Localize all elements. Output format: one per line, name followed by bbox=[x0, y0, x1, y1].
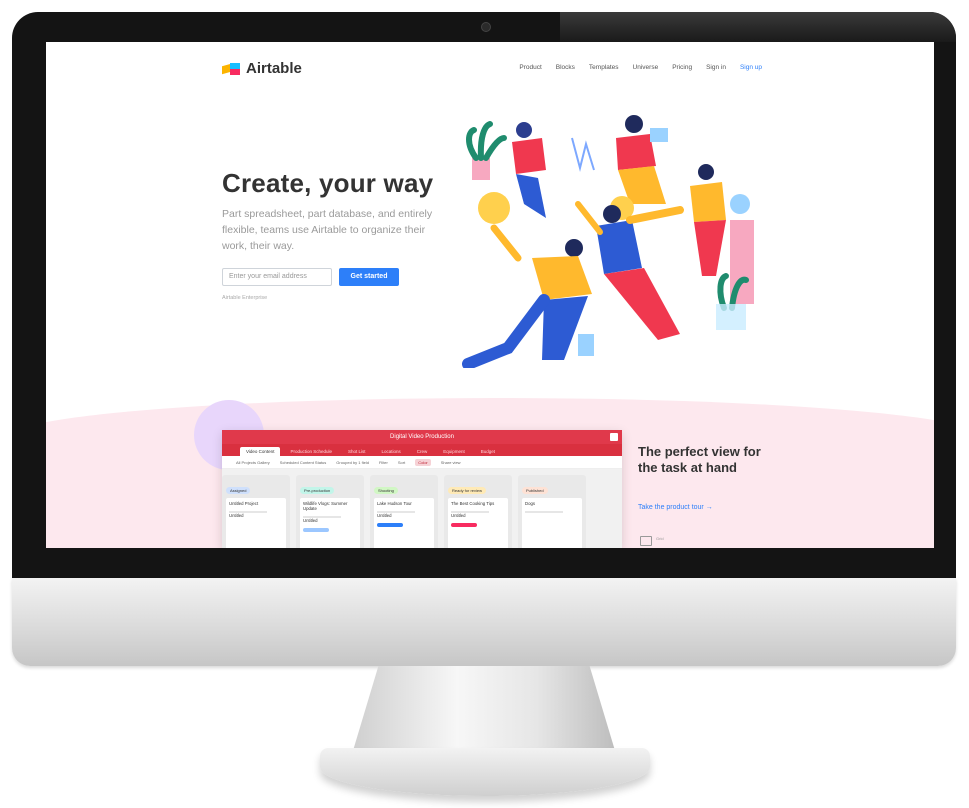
hero-title: Create, your way bbox=[222, 168, 434, 198]
tab-production-schedule[interactable]: Production Schedule bbox=[284, 447, 338, 456]
airtable-logo[interactable]: Airtable bbox=[222, 60, 302, 77]
column-label: Assigned bbox=[226, 487, 251, 494]
nav-link-universe[interactable]: Universe bbox=[633, 64, 659, 71]
kanban-column: Assigned Untitled Project Untitled bbox=[222, 475, 290, 548]
monitor-stand-base bbox=[320, 748, 650, 796]
product-tour-link[interactable]: Take the product tour → bbox=[638, 504, 713, 511]
close-icon[interactable] bbox=[610, 433, 618, 441]
section-title: The perfect view for the task at hand bbox=[638, 444, 761, 475]
kanban-column: Ready for review The Best Cooking Tips Unt… bbox=[444, 475, 512, 548]
card-title: Untitled Project bbox=[229, 501, 259, 506]
hero-illustration bbox=[462, 115, 754, 368]
airtable-logo-icon bbox=[222, 62, 242, 76]
kanban-column: Pre-production Wildlife Vlogs: Summer Upd… bbox=[296, 475, 364, 548]
tab-locations[interactable]: Locations bbox=[376, 447, 407, 456]
column-label: Shooting bbox=[374, 487, 398, 494]
card-tag bbox=[451, 523, 477, 527]
app-preview: Digital Video Production Video Content P… bbox=[222, 430, 622, 548]
nav-link-blocks[interactable]: Blocks bbox=[556, 64, 575, 71]
grid-view-label: Grid bbox=[656, 536, 664, 541]
kanban-card[interactable]: The Best Cooking Tips Untitled bbox=[448, 498, 508, 548]
color-button[interactable]: Color bbox=[415, 458, 431, 466]
card-tag bbox=[303, 528, 329, 532]
nav-links: Product Blocks Templates Universe Pricin… bbox=[519, 64, 762, 71]
tab-video-content[interactable]: Video Content bbox=[240, 447, 281, 456]
app-title: Digital Video Production bbox=[390, 434, 454, 440]
app-tabs: Video Content Production Schedule Shot L… bbox=[222, 444, 622, 456]
logo-text: Airtable bbox=[246, 60, 302, 77]
nav-link-sign-up[interactable]: Sign up bbox=[740, 64, 762, 71]
tab-shot-list[interactable]: Shot List bbox=[342, 447, 372, 456]
monitor-stand-neck bbox=[352, 666, 616, 754]
website-screen: Airtable Product Blocks Templates Univer… bbox=[46, 42, 934, 548]
sort-button[interactable]: Sort bbox=[398, 460, 405, 465]
tab-equipment[interactable]: Equipment bbox=[437, 447, 471, 456]
kanban-card[interactable]: Dogs bbox=[522, 498, 582, 548]
card-field-line bbox=[525, 511, 563, 513]
nav-link-product[interactable]: Product bbox=[519, 64, 541, 71]
share-view-button[interactable]: Share view bbox=[441, 460, 461, 465]
card-value: Untitled bbox=[303, 518, 318, 523]
app-titlebar: Digital Video Production bbox=[222, 430, 622, 444]
enterprise-link[interactable]: Airtable Enterprise bbox=[222, 295, 267, 301]
card-value: Untitled bbox=[451, 513, 466, 518]
column-label: Published bbox=[522, 487, 548, 494]
nav-link-pricing[interactable]: Pricing bbox=[672, 64, 692, 71]
kanban-card[interactable]: Wildlife Vlogs: Summer Update Untitled bbox=[300, 498, 360, 548]
monitor-chin bbox=[12, 578, 956, 666]
kanban-card[interactable]: Lake Hudson Tour Untitled bbox=[374, 498, 434, 548]
kanban-board: Assigned Untitled Project Untitled Pre-prod… bbox=[222, 469, 622, 548]
kanban-column: Published Dogs bbox=[518, 475, 586, 548]
card-value: Untitled bbox=[377, 513, 392, 518]
card-value: Untitled bbox=[229, 513, 244, 518]
group-button[interactable]: Grouped by 1 field bbox=[336, 460, 369, 465]
nav-link-templates[interactable]: Templates bbox=[589, 64, 619, 71]
card-title: Dogs bbox=[525, 501, 536, 506]
email-input[interactable]: Enter your email address bbox=[222, 268, 332, 286]
hero-subtitle: Part spreadsheet, part database, and ent… bbox=[222, 208, 433, 252]
plant-pot-icon bbox=[472, 158, 490, 180]
bezel-reflection bbox=[560, 12, 956, 42]
app-toolbar: All Projects Gallery Scheduled Content S… bbox=[222, 456, 622, 469]
kanban-column: Shooting Lake Hudson Tour Untitled bbox=[370, 475, 438, 548]
card-tag bbox=[377, 523, 403, 527]
filter-button[interactable]: Filter bbox=[379, 460, 388, 465]
status-field[interactable]: Scheduled Content Status bbox=[280, 460, 326, 465]
nav-link-sign-in[interactable]: Sign in bbox=[706, 64, 726, 71]
card-title: Wildlife Vlogs: Summer Update bbox=[303, 501, 348, 511]
view-switcher[interactable]: All Projects Gallery bbox=[236, 460, 270, 465]
webcam-icon bbox=[481, 22, 491, 32]
top-nav: Airtable Product Blocks Templates Univer… bbox=[222, 60, 762, 80]
get-started-button[interactable]: Get started bbox=[339, 268, 399, 286]
tab-budget[interactable]: Budget bbox=[475, 447, 501, 456]
card-title: Lake Hudson Tour bbox=[377, 501, 412, 506]
column-label: Ready for review bbox=[448, 487, 487, 494]
grid-view-icon[interactable] bbox=[640, 536, 652, 546]
kanban-card[interactable]: Untitled Project Untitled bbox=[226, 498, 286, 548]
card-title: The Best Cooking Tips bbox=[451, 501, 495, 506]
tab-crew[interactable]: Crew bbox=[411, 447, 434, 456]
column-label: Pre-production bbox=[300, 487, 335, 494]
